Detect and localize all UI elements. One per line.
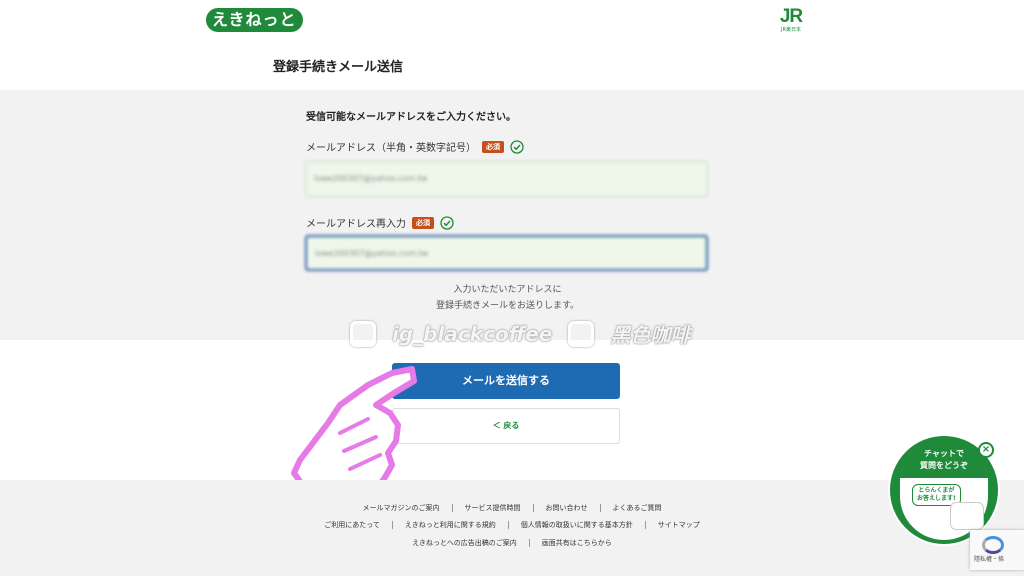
watermark-right-text: 黑色咖啡: [610, 323, 691, 347]
email-label-row: メールアドレス（半角・英数字記号） 必須: [306, 139, 524, 154]
check-circle-icon: [510, 139, 524, 154]
chat-bubble-line-2: お答えします!: [917, 495, 956, 502]
email-confirm-label-row: メールアドレス再入力 必須: [306, 215, 454, 230]
email-confirm-field[interactable]: lowe200307@yahoo.com.tw: [305, 235, 708, 271]
footer-links-row-1: メールマガジンのご案内 サービス提供時間 お問い合わせ よくあるご質問: [0, 504, 1024, 512]
form-intro: 受信可能なメールアドレスをご入力ください。: [306, 112, 516, 123]
suitcase-bear-icon: [950, 502, 984, 530]
footer-link[interactable]: メールマガジンのご案内: [351, 504, 453, 512]
jr-logo-subtext: JR東日本: [781, 27, 801, 33]
recaptcha-badge[interactable]: 隱私權・條: [970, 530, 1024, 570]
footer-link[interactable]: 個人情報の取扱いに関する基本方針: [509, 521, 646, 529]
footer-link[interactable]: サイトマップ: [646, 521, 712, 529]
ekinet-logo[interactable]: えきねっと: [206, 8, 303, 32]
footer-link[interactable]: 画面共有はこちらから: [530, 539, 624, 547]
footer-link[interactable]: お問い合わせ: [534, 504, 601, 512]
jr-logo-mark: JR: [779, 6, 803, 27]
recaptcha-icon: [982, 536, 1004, 554]
instagram-icon: [350, 320, 376, 347]
footer-link[interactable]: サービス提供時間: [453, 504, 534, 512]
footer-links-row-3: えきねっとへの広告出稿のご案内 画面共有はこちらから: [0, 539, 1024, 547]
email-confirm-label: メールアドレス再入力: [306, 219, 406, 230]
facebook-icon: [568, 320, 595, 347]
email-label: メールアドレス（半角・英数字記号）: [306, 143, 476, 154]
site-header: えきねっと JR JR東日本 登録手続きメール送信: [0, 0, 1024, 90]
footer-links-row-2: ご利用にあたって えきねっと利用に関する規約 個人情報の取扱いに関する基本方針 …: [0, 521, 1024, 529]
footer-link[interactable]: えきねっとへの広告出稿のご案内: [400, 539, 530, 547]
note-line-2: 登録手続きメールをお送りします。: [435, 301, 580, 311]
site-footer: メールマガジンのご案内 サービス提供時間 お問い合わせ よくあるご質問 ご利用に…: [0, 480, 1024, 576]
footer-link[interactable]: よくあるご質問: [601, 504, 674, 512]
required-badge: 必須: [412, 216, 434, 229]
note-line-1: 入力いただいたアドレスに: [453, 285, 562, 295]
jr-east-logo[interactable]: JR JR東日本: [776, 6, 806, 34]
check-circle-icon: [440, 215, 454, 230]
chat-title-line-2: 質問をどうぞ: [920, 461, 968, 470]
page-title: 登録手続きメール送信: [273, 60, 404, 75]
chat-title-line-1: チャットで: [924, 449, 964, 458]
footer-link[interactable]: ご利用にあたって: [312, 521, 393, 529]
recaptcha-text[interactable]: 隱私權・條: [974, 554, 1004, 563]
email-field[interactable]: lowe200307@yahoo.com.tw: [305, 161, 708, 197]
chat-close-button[interactable]: ×: [978, 442, 994, 458]
watermark: ig_blackcoffee 黑色咖啡: [350, 319, 690, 348]
footer-link[interactable]: えきねっと利用に関する規約: [393, 521, 509, 529]
chat-bubble-line-1: とらんくまが: [918, 487, 955, 494]
required-badge: 必須: [482, 140, 504, 153]
watermark-left-text: ig_blackcoffee: [392, 321, 553, 346]
